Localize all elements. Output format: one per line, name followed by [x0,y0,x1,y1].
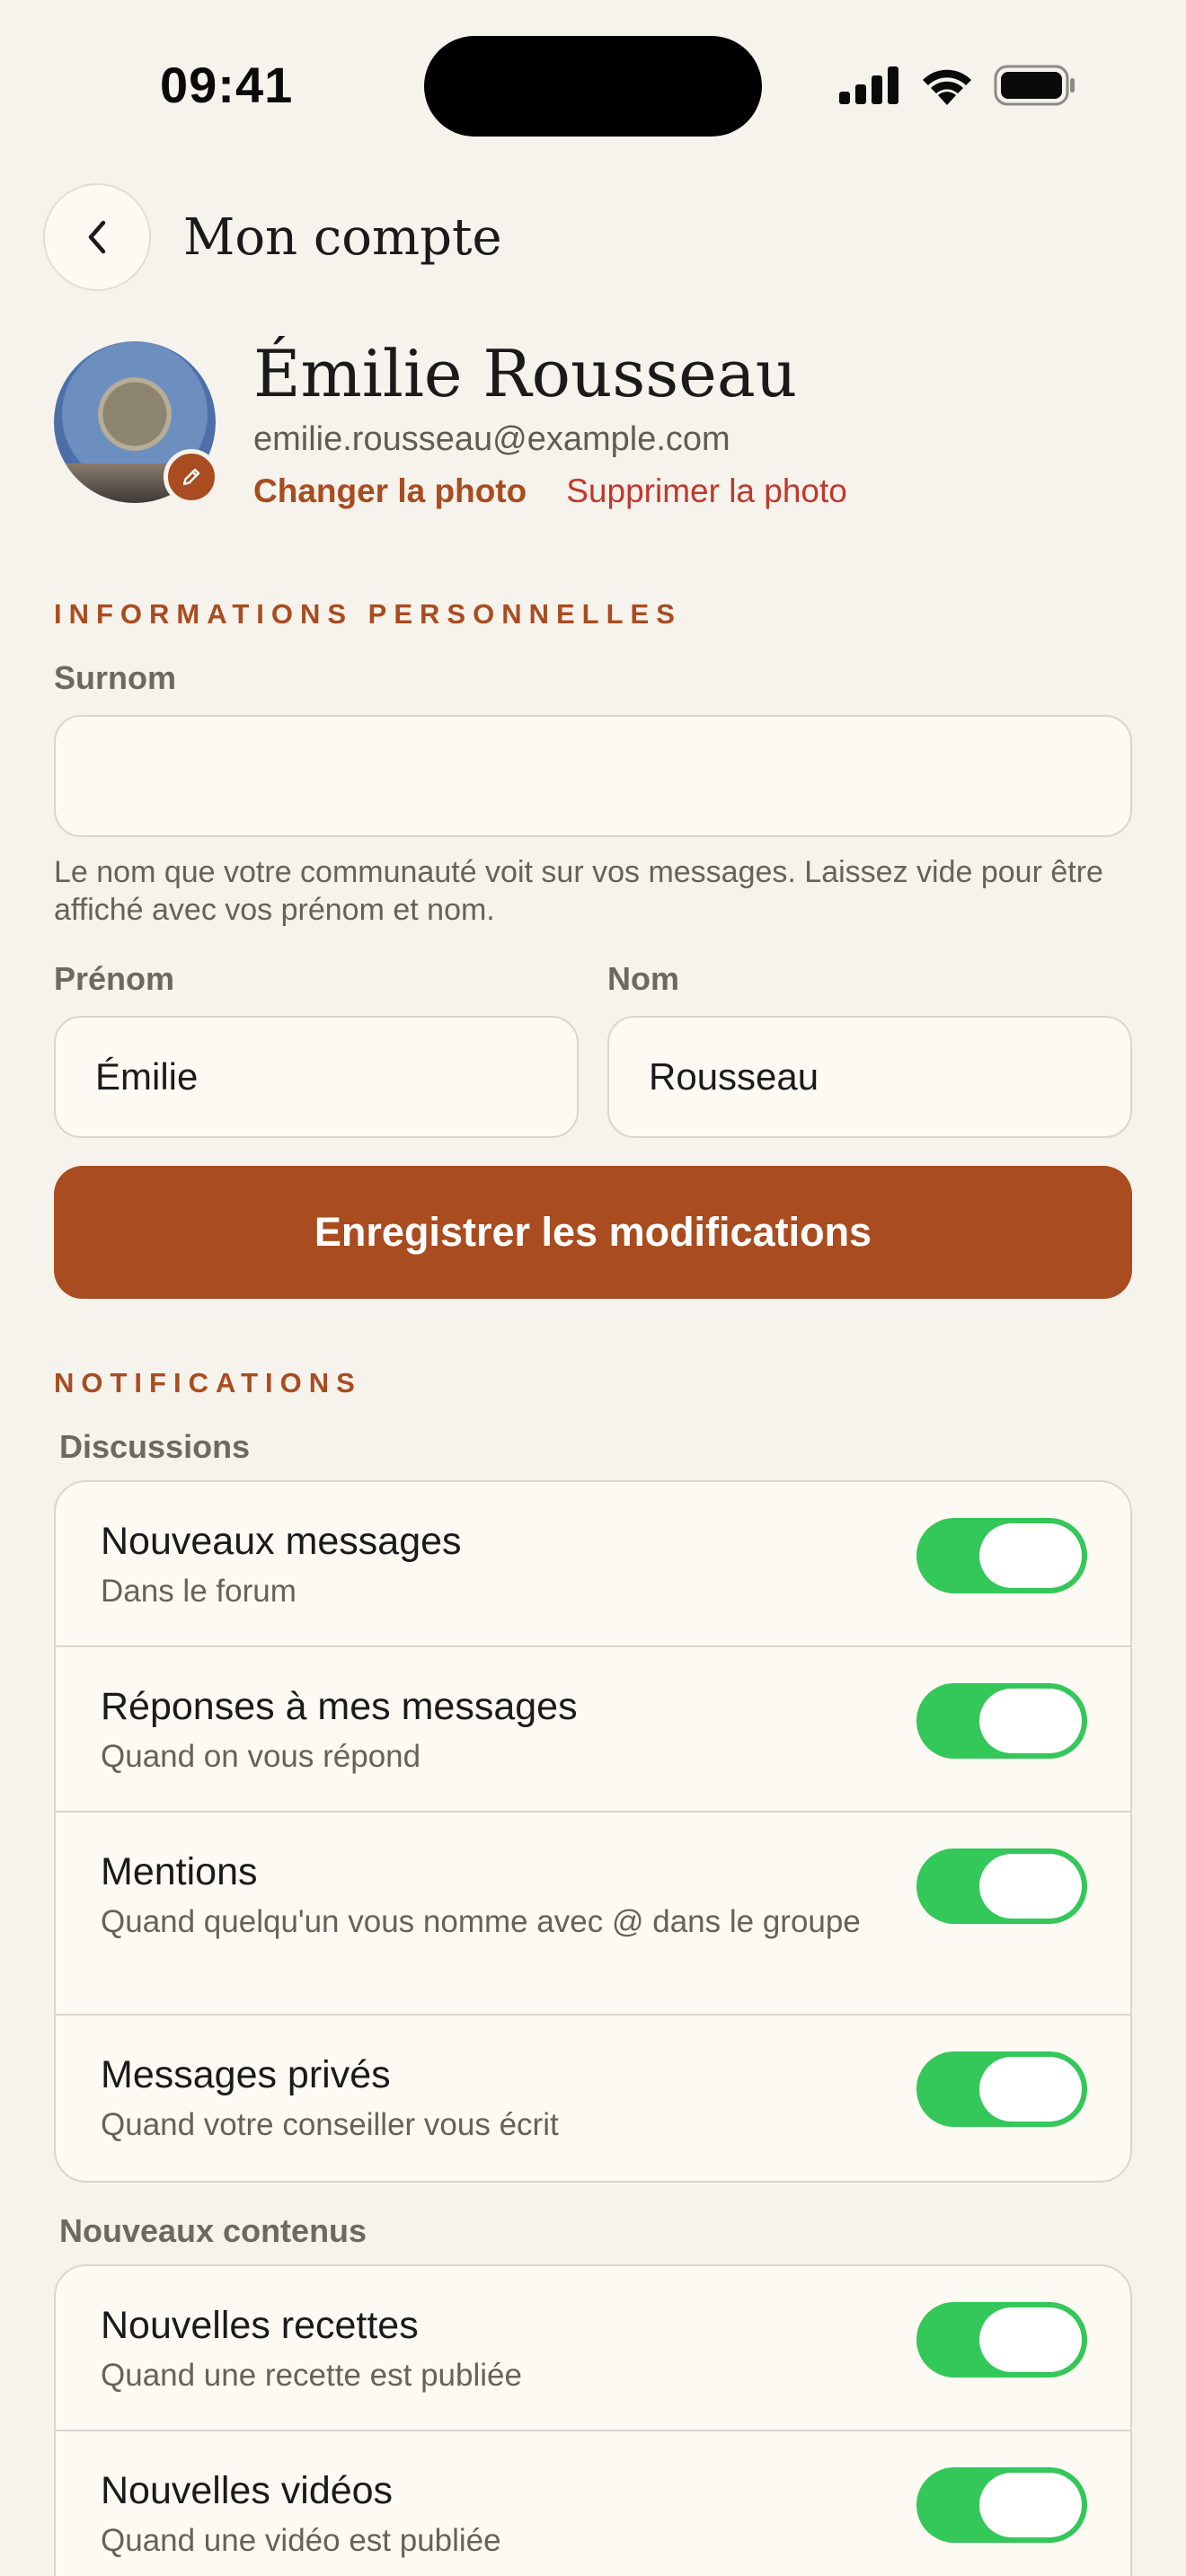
new-content-card: Nouvelles recettes Quand une recette est… [54,2264,1132,2576]
notification-row-private-messages: Messages privés Quand votre conseiller v… [56,2016,1130,2181]
status-time: 09:41 [160,57,294,113]
notification-row-new-messages: Nouveaux messages Dans le forum [56,1482,1130,1647]
notification-row-mentions: Mentions Quand quelqu'un vous nomme avec… [56,1813,1130,2016]
private-messages-toggle[interactable] [916,2051,1087,2127]
last-name-input[interactable]: Rousseau [607,1016,1132,1138]
mentions-toggle[interactable] [916,1848,1087,1924]
replies-toggle[interactable] [916,1683,1087,1759]
page-title: Mon compte [183,208,502,267]
notification-row-new-videos: Nouvelles vidéos Quand une vidéo est pub… [56,2431,1130,2576]
row-subtitle: Quand quelqu'un vous nomme avec @ dans l… [101,1904,861,1939]
row-title: Réponses à mes messages [101,1685,578,1728]
battery-icon [994,65,1075,106]
new-videos-toggle[interactable] [916,2467,1087,2543]
back-button[interactable] [43,183,151,291]
save-button[interactable]: Enregistrer les modifications [54,1166,1132,1299]
chevron-left-icon [88,220,106,254]
change-photo-link[interactable]: Changer la photo [253,471,527,512]
row-subtitle: Quand on vous répond [101,1739,421,1774]
notification-row-new-recipes: Nouvelles recettes Quand une recette est… [56,2266,1130,2431]
personal-info-heading: INFORMATIONS PERSONNELLES [54,598,682,630]
new-recipes-toggle[interactable] [916,2302,1087,2378]
row-title: Nouvelles vidéos [101,2469,394,2512]
row-subtitle: Quand votre conseiller vous écrit [101,2107,559,2142]
row-subtitle: Quand une recette est publiée [101,2358,522,2393]
profile-name: Émilie Rousseau [253,336,798,411]
new-content-label: Nouveaux contenus [59,2212,367,2249]
notification-row-replies: Réponses à mes messages Quand on vous ré… [56,1647,1130,1813]
row-title: Mentions [101,1850,258,1893]
discussions-label: Discussions [59,1428,251,1465]
delete-photo-link[interactable]: Supprimer la photo [566,471,847,512]
discussions-card: Nouveaux messages Dans le forum Réponses… [54,1480,1132,2183]
nickname-input[interactable] [54,715,1132,837]
first-name-input[interactable]: Émilie [54,1016,579,1138]
notifications-heading: NOTIFICATIONS [54,1367,362,1398]
wifi-icon [923,69,971,105]
row-subtitle: Dans le forum [101,1574,296,1609]
pencil-icon [182,468,200,486]
photo-actions: Changer la photo Supprimer la photo [253,471,847,512]
status-icons [839,65,1076,106]
status-bar: 09:41 [0,0,1186,171]
row-subtitle: Quand une vidéo est publiée [101,2523,501,2558]
profile-email: emilie.rousseau@example.com [253,420,730,458]
row-title: Nouvelles recettes [101,2304,419,2347]
first-name-label: Prénom [54,960,175,997]
nickname-hint: Le nom que votre communauté voit sur vos… [54,855,1103,927]
last-name-label: Nom [607,960,679,997]
row-title: Messages privés [101,2053,391,2096]
cellular-signal-icon [839,66,898,104]
row-title: Nouveaux messages [101,1520,462,1563]
account-screen: 09:41 Mon compte Émilie Rousseau emilie.… [0,0,1186,2576]
dynamic-island [424,36,762,137]
new-messages-toggle[interactable] [916,1518,1087,1593]
nickname-label: Surnom [54,659,177,696]
edit-avatar-button[interactable] [164,449,219,505]
